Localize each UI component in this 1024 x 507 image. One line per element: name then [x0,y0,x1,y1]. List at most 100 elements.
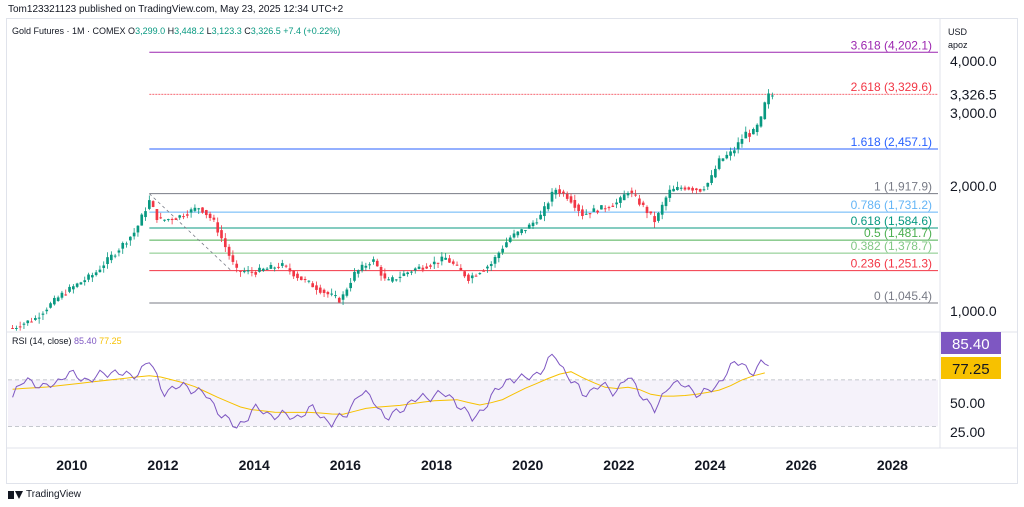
candle-body [18,326,22,328]
candle-body [474,275,478,277]
candle-body [216,222,220,233]
candle-body [296,273,299,279]
candle-body [83,280,87,283]
fib-label-0.236: 0.236 (1,251.3) [851,257,932,271]
candle-body [657,213,660,221]
candle-body [463,271,466,277]
candle-body [212,217,216,220]
currency-label[interactable]: USD [948,26,968,39]
candle-body [288,268,292,272]
candle-body [11,328,14,330]
candle-body [729,151,732,156]
fib-label-0.382: 0.382 (1,378.7) [851,239,932,253]
candle-body [710,175,713,183]
candle-body [748,133,751,137]
candle-body [22,323,26,325]
candle-body [482,270,485,272]
candle-body [611,205,615,207]
candle-body [478,273,482,275]
candle-body [201,207,204,213]
candle-body [520,229,523,234]
candle-body [170,219,174,221]
candle-body [626,193,630,196]
time-tick-label: 2026 [786,457,817,473]
candle-body [250,271,254,273]
change-value: +7.4 (+0.22%) [283,26,341,36]
candle-body [493,256,497,264]
rsi-last-badge-text: 85.40 [952,336,990,353]
rsi-ma-value: 77.25 [99,336,122,346]
candle-body [102,265,106,268]
candle-body [402,273,406,276]
candle-body [292,270,296,277]
candle-body [41,313,45,315]
candle-body [740,139,744,144]
price-tick-label: 1,000.0 [950,303,997,319]
candle-body [546,203,550,210]
candle-body [619,197,622,203]
close-value: 3,326.5 [250,26,281,36]
fib-label-0.786: 0.786 (1,731.2) [851,198,932,212]
candle-body [706,182,710,187]
candle-body [375,260,379,267]
rsi-name[interactable]: RSI (14, close) [12,336,72,346]
time-tick-label: 2018 [421,457,452,473]
candle-body [577,204,580,212]
candle-body [125,243,128,245]
candle-body [368,264,371,266]
candle-body [223,238,227,248]
candle-body [527,224,531,229]
candle-body [311,283,315,288]
last-price-label: 3,326.5 [950,86,997,102]
fib-label-2.618: 2.618 (3,329.6) [851,80,932,94]
candle-body [733,150,736,154]
candle-body [151,201,155,207]
scale-mode-label[interactable]: apoz [948,39,968,52]
fib-trend-line [149,193,232,272]
candle-body [98,269,102,273]
candle-body [683,187,687,190]
candle-body [535,222,539,224]
candle-body [759,116,763,127]
time-tick-label: 2024 [694,457,725,473]
candle-body [64,294,68,296]
fib-label-0: 0 (1,045.4) [874,289,932,303]
candle-body [539,214,542,220]
time-tick-label: 2022 [603,457,634,473]
candle-body [147,200,151,209]
candle-body [736,142,740,150]
symbol-name[interactable]: Gold Futures · 1M · COMEX [12,26,126,36]
candle-body [653,216,656,223]
candle-body [303,278,307,280]
candle-body [60,292,64,298]
candle-body [45,309,49,312]
candle-body [451,261,455,264]
candle-body [185,214,189,216]
candle-body [501,248,504,253]
fib-label-3.618: 3.618 (4,202.1) [851,38,932,52]
brand-name[interactable]: TradingView [26,489,81,500]
candle-body [581,209,584,216]
candle-body [421,267,425,270]
candle-body [140,214,144,226]
candle-body [714,168,717,178]
candle-body [345,289,349,296]
candle-body [550,191,554,202]
candle-body [360,264,364,271]
candle-body [676,186,679,191]
time-tick-label: 2012 [147,457,178,473]
candle-body [155,209,159,220]
candle-body [315,285,318,290]
candle-body [220,230,223,239]
candle-body [15,327,18,329]
candle-body [383,273,387,279]
candle-body [588,213,592,215]
candle-body [379,266,383,276]
candle-body [508,237,512,242]
candle-body [516,231,520,236]
candle-body [356,270,360,274]
fib-label-1: 1 (1,917.9) [874,180,932,194]
chart-canvas[interactable]: 3.618 (4,202.1) 2.618 (3,329.6) 1.618 (2,4… [0,0,1024,507]
candle-body [56,297,60,301]
candle-body [687,187,691,190]
